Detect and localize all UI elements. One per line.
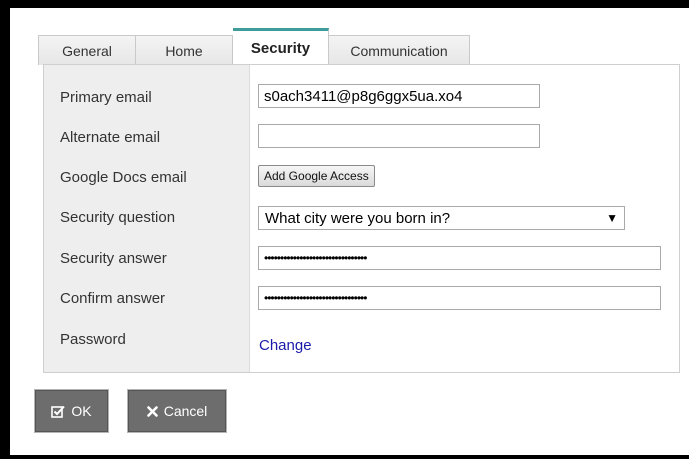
confirm-answer-field[interactable]	[258, 286, 661, 310]
security-question-label: Security question	[60, 209, 176, 226]
tab-communication[interactable]: Communication	[329, 35, 470, 65]
confirm-answer-label: Confirm answer	[60, 290, 166, 307]
alternate-email-field[interactable]	[258, 124, 540, 148]
security-question-select[interactable]: What city were you born in? ▼	[258, 206, 625, 230]
checkbox-check-icon	[51, 405, 66, 418]
ok-label: OK	[71, 403, 92, 419]
tab-bar: General Home Security Communication	[38, 28, 470, 65]
security-answer-label: Security answer	[60, 250, 167, 267]
ok-button[interactable]: OK	[35, 390, 108, 432]
caret-down-icon: ▼	[606, 211, 618, 225]
add-google-access-button[interactable]: Add Google Access	[258, 165, 375, 187]
primary-email-label: Primary email	[60, 89, 152, 106]
cancel-label: Cancel	[163, 403, 208, 419]
tab-general[interactable]: General	[38, 35, 136, 65]
security-panel: Primary email Alternate email Google Doc…	[43, 64, 680, 373]
tab-home[interactable]: Home	[136, 35, 233, 65]
x-icon	[146, 405, 158, 417]
google-docs-email-label: Google Docs email	[60, 169, 187, 186]
dialog: General Home Security Communication Prim…	[8, 8, 689, 455]
change-password-link[interactable]: Change	[259, 337, 312, 354]
primary-email-field[interactable]	[258, 84, 540, 108]
cancel-button[interactable]: Cancel	[128, 390, 226, 432]
alternate-email-label: Alternate email	[60, 129, 161, 146]
security-answer-field[interactable]	[258, 246, 661, 270]
password-label: Password	[60, 331, 126, 348]
security-question-value: What city were you born in?	[265, 209, 451, 227]
tab-security[interactable]: Security	[233, 28, 329, 65]
